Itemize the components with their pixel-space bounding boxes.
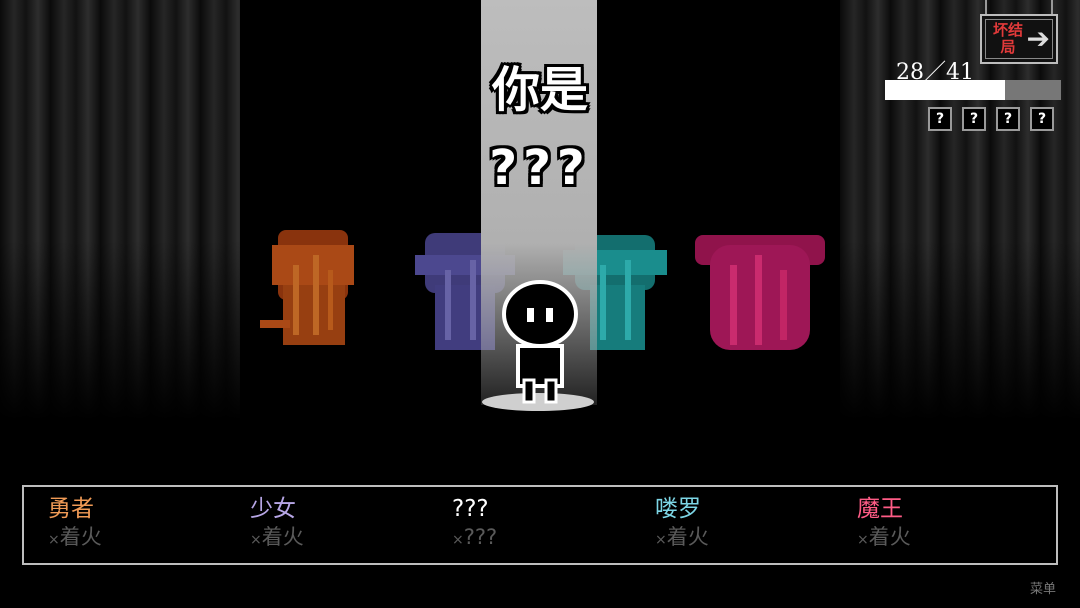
cross-icon: × (48, 532, 60, 548)
progress-fill (885, 80, 1005, 100)
character-entry-unknown: ??? ×??? (452, 495, 642, 554)
bad-ending-label: 坏结局 (992, 21, 1023, 56)
cross-icon: × (250, 532, 262, 548)
unknown-ending-slot[interactable]: ? (996, 107, 1020, 131)
character-status: ×着火 (655, 523, 845, 554)
unknown-ending-slot[interactable]: ? (928, 107, 952, 131)
progress-bar (885, 80, 1061, 100)
character-name: ??? (452, 496, 489, 522)
sign-hanger-left (985, 0, 987, 14)
character-status: ×着火 (857, 523, 1047, 554)
character-name: 魔王 (857, 496, 903, 522)
unknown-ending-slot[interactable]: ? (1030, 107, 1054, 131)
status-text: 着火 (261, 525, 304, 549)
unknown-ending-slot[interactable]: ? (962, 107, 986, 131)
cross-icon: × (857, 532, 869, 548)
character-status: ×??? (452, 523, 642, 554)
arrow-right-icon: ➔ (1026, 22, 1050, 55)
character-entry-demon-king: 魔王 ×着火 (857, 495, 1047, 554)
status-text: 着火 (868, 525, 911, 549)
cross-icon: × (452, 532, 464, 548)
hero-ghost (260, 230, 354, 345)
status-text: 着火 (666, 525, 709, 549)
character-entry-girl: 少女 ×着火 (250, 495, 440, 554)
character-status-panel: 勇者 ×着火 少女 ×着火 ??? ×??? 喽罗 ×着火 魔王 ×着火 (22, 485, 1058, 565)
cross-icon: × (655, 532, 667, 548)
title-unknown-identity: ??? (489, 140, 591, 196)
demon-ghost (695, 235, 825, 350)
character-name: 少女 (250, 496, 296, 522)
character-status: ×着火 (48, 523, 238, 554)
character-entry-hero: 勇者 ×着火 (48, 495, 238, 554)
character-status: ×着火 (250, 523, 440, 554)
sign-hanger-right (1051, 0, 1053, 14)
player-silhouette (502, 280, 578, 404)
menu-button[interactable]: 菜单 (1030, 578, 1056, 597)
status-text: ??? (463, 525, 498, 549)
status-text: 着火 (59, 525, 102, 549)
bad-ending-button[interactable]: 坏结局 ➔ (980, 14, 1058, 64)
character-name: 勇者 (48, 496, 94, 522)
character-name: 喽罗 (655, 496, 701, 522)
character-entry-minion: 喽罗 ×着火 (655, 495, 845, 554)
